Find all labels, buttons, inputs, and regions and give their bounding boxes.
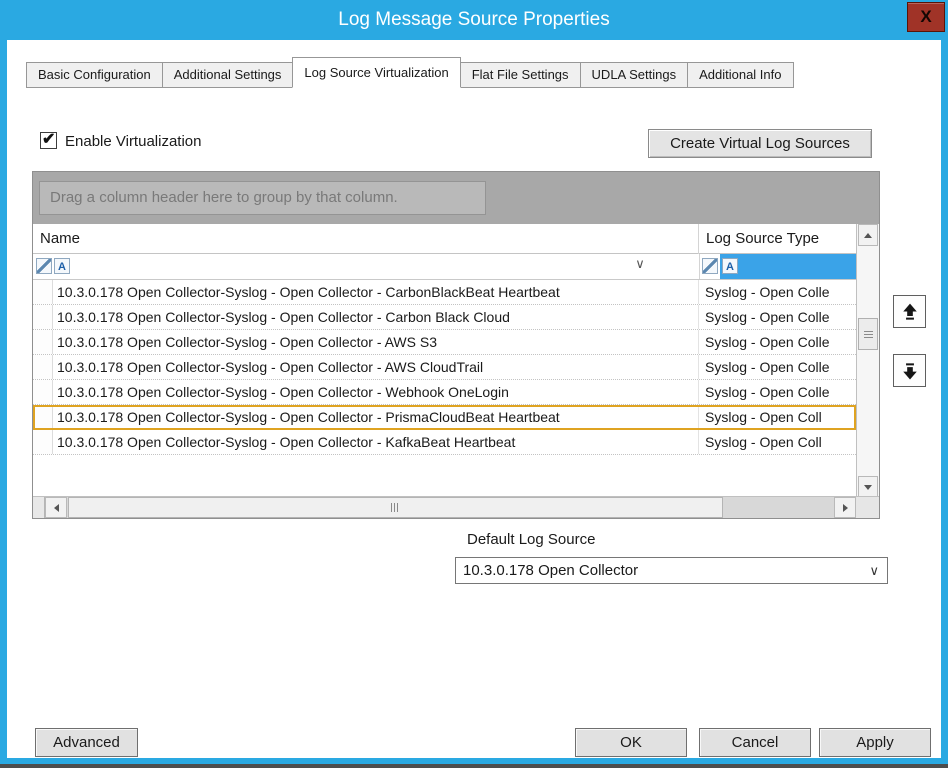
- tab-strip: Basic ConfigurationAdditional SettingsLo…: [27, 57, 794, 88]
- table-row[interactable]: 10.3.0.178 Open Collector-Syslog - Open …: [33, 430, 856, 455]
- create-virtual-log-sources-button[interactable]: Create Virtual Log Sources: [648, 129, 872, 158]
- checkmark-icon: ✔: [42, 129, 55, 149]
- auto-filter-row[interactable]: A ∨ A: [33, 254, 856, 280]
- horizontal-scrollbar[interactable]: [33, 496, 879, 518]
- tab[interactable]: Basic Configuration: [26, 62, 163, 88]
- scrollbar-grip-icon: [864, 331, 873, 338]
- close-button[interactable]: X: [907, 2, 945, 32]
- row-indicator-cell: [33, 280, 53, 304]
- grid-rows: 10.3.0.178 Open Collector-Syslog - Open …: [33, 280, 856, 455]
- table-row[interactable]: 10.3.0.178 Open Collector-Syslog - Open …: [33, 405, 856, 430]
- vertical-scrollbar-thumb[interactable]: [858, 318, 878, 350]
- tab[interactable]: Log Source Virtualization: [292, 57, 460, 88]
- default-log-source-combobox[interactable]: 10.3.0.178 Open Collector ∨: [455, 557, 888, 584]
- filter-dropdown-chevron-icon[interactable]: ∨: [631, 256, 649, 276]
- row-indicator-cell: [33, 355, 53, 379]
- row-type-cell: Syslog - Open Colle: [699, 380, 855, 404]
- table-row[interactable]: 10.3.0.178 Open Collector-Syslog - Open …: [33, 280, 856, 305]
- table-row[interactable]: 10.3.0.178 Open Collector-Syslog - Open …: [33, 355, 856, 380]
- row-type-cell: Syslog - Open Colle: [699, 305, 855, 329]
- alpha-filter-icon[interactable]: A: [54, 258, 70, 274]
- row-type-cell: Syslog - Open Colle: [699, 355, 855, 379]
- triangle-up-icon: [864, 233, 872, 238]
- triangle-left-icon: [54, 504, 59, 512]
- row-name-cell: 10.3.0.178 Open Collector-Syslog - Open …: [53, 305, 699, 329]
- tab[interactable]: Additional Info: [687, 62, 793, 88]
- triangle-down-icon: [864, 485, 872, 490]
- tab[interactable]: Flat File Settings: [460, 62, 581, 88]
- row-name-cell: 10.3.0.178 Open Collector-Syslog - Open …: [53, 280, 699, 304]
- row-indicator-cell: [33, 380, 53, 404]
- type-filter-focused-cell[interactable]: A: [720, 254, 856, 279]
- row-name-cell: 10.3.0.178 Open Collector-Syslog - Open …: [53, 430, 699, 454]
- close-icon: X: [920, 7, 931, 26]
- enable-virtualization-checkbox[interactable]: ✔: [40, 132, 57, 149]
- row-type-cell: Syslog - Open Coll: [699, 405, 855, 429]
- table-row[interactable]: 10.3.0.178 Open Collector-Syslog - Open …: [33, 380, 856, 405]
- window-title: Log Message Source Properties: [0, 0, 948, 40]
- row-indicator-cell: [33, 305, 53, 329]
- row-indicator-cell: [33, 430, 53, 454]
- enable-virtualization-label: Enable Virtualization: [65, 133, 201, 150]
- horizontal-scrollbar-thumb[interactable]: [68, 497, 723, 518]
- row-type-cell: Syslog - Open Colle: [699, 280, 855, 304]
- virtual-log-sources-grid: Drag a column header here to group by th…: [32, 171, 880, 519]
- scrollbar-left-grip[interactable]: [33, 497, 45, 518]
- column-divider: [699, 254, 700, 279]
- scroll-right-button[interactable]: [834, 497, 856, 518]
- move-row-down-button[interactable]: [893, 354, 926, 387]
- filter-edit-icon[interactable]: [36, 258, 52, 274]
- taskbar-sliver: [0, 764, 948, 768]
- row-type-cell: Syslog - Open Coll: [699, 430, 855, 454]
- ok-button[interactable]: OK: [575, 728, 687, 757]
- apply-button[interactable]: Apply: [819, 728, 931, 757]
- tab[interactable]: UDLA Settings: [580, 62, 689, 88]
- column-header-row: Name Log Source Type: [33, 224, 879, 254]
- vertical-scrollbar[interactable]: [856, 224, 879, 498]
- row-indicator-cell: [33, 330, 53, 354]
- scroll-down-button[interactable]: [858, 476, 878, 498]
- scrollbar-corner: [856, 497, 879, 518]
- row-indicator-cell: [33, 405, 53, 429]
- filter-edit-icon-type[interactable]: [702, 258, 718, 274]
- log-message-source-properties-dialog: Log Message Source Properties X Basic Co…: [0, 0, 948, 764]
- cancel-button[interactable]: Cancel: [699, 728, 811, 757]
- row-name-cell: 10.3.0.178 Open Collector-Syslog - Open …: [53, 405, 699, 429]
- advanced-button[interactable]: Advanced: [35, 728, 138, 757]
- column-header-type[interactable]: Log Source Type: [699, 224, 856, 254]
- column-header-name[interactable]: Name: [33, 224, 699, 254]
- triangle-right-icon: [843, 504, 848, 512]
- default-log-source-label: Default Log Source: [467, 531, 595, 548]
- move-down-icon: [901, 362, 919, 380]
- combo-chevron-down-icon: ∨: [869, 558, 879, 583]
- scroll-left-button[interactable]: [45, 497, 67, 518]
- group-by-hint: Drag a column header here to group by th…: [39, 181, 486, 215]
- table-row[interactable]: 10.3.0.178 Open Collector-Syslog - Open …: [33, 330, 856, 355]
- move-up-icon: [901, 303, 919, 321]
- table-row[interactable]: 10.3.0.178 Open Collector-Syslog - Open …: [33, 305, 856, 330]
- dialog-content: Basic ConfigurationAdditional SettingsLo…: [7, 40, 941, 758]
- alpha-glyph: A: [726, 261, 734, 273]
- row-name-cell: 10.3.0.178 Open Collector-Syslog - Open …: [53, 330, 699, 354]
- alpha-glyph: A: [58, 261, 66, 273]
- titlebar: Log Message Source Properties X: [0, 0, 948, 40]
- group-by-drop-area[interactable]: Drag a column header here to group by th…: [33, 172, 879, 224]
- row-type-cell: Syslog - Open Colle: [699, 330, 855, 354]
- tab[interactable]: Additional Settings: [162, 62, 294, 88]
- default-log-source-value: 10.3.0.178 Open Collector: [463, 558, 638, 583]
- alpha-filter-icon-type[interactable]: A: [722, 258, 738, 274]
- move-row-up-button[interactable]: [893, 295, 926, 328]
- scroll-up-button[interactable]: [858, 224, 878, 246]
- scrollbar-grip-icon: [391, 503, 400, 512]
- row-name-cell: 10.3.0.178 Open Collector-Syslog - Open …: [53, 355, 699, 379]
- row-name-cell: 10.3.0.178 Open Collector-Syslog - Open …: [53, 380, 699, 404]
